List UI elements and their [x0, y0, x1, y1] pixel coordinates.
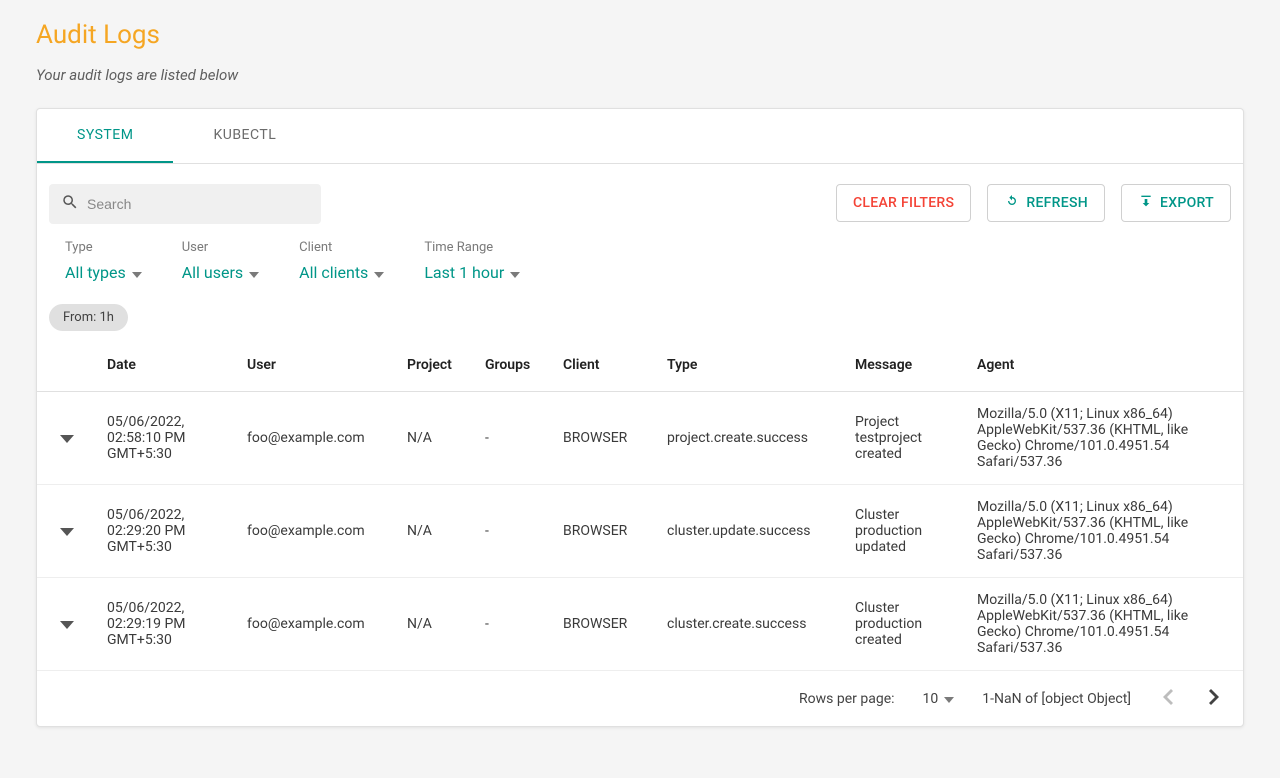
- rows-per-page-label: Rows per page:: [799, 691, 894, 707]
- cell-groups: -: [475, 578, 553, 671]
- filter-client: Client All clients: [299, 240, 384, 284]
- clear-filters-label: CLEAR FILTERS: [853, 195, 954, 211]
- filter-user-select[interactable]: All users: [182, 261, 259, 284]
- filter-client-value: All clients: [299, 263, 368, 282]
- col-user[interactable]: User: [237, 339, 397, 392]
- table-row: 05/06/2022, 02:58:10 PM GMT+5:30 foo@exa…: [37, 392, 1243, 485]
- expand-row-button[interactable]: [54, 425, 80, 452]
- filter-type: Type All types: [65, 240, 142, 284]
- cell-project: N/A: [397, 392, 475, 485]
- cell-user: foo@example.com: [237, 485, 397, 578]
- chevron-down-icon: [60, 431, 74, 446]
- export-button[interactable]: EXPORT: [1121, 184, 1231, 222]
- search-field[interactable]: [49, 184, 321, 224]
- cell-date: 05/06/2022, 02:29:20 PM GMT+5:30: [97, 485, 237, 578]
- prev-page-button[interactable]: [1159, 685, 1177, 712]
- cell-message: Cluster production updated: [845, 485, 967, 578]
- action-buttons: CLEAR FILTERS REFRESH EXPORT: [836, 184, 1231, 222]
- cell-project: N/A: [397, 485, 475, 578]
- filter-time-label: Time Range: [424, 240, 520, 255]
- refresh-button[interactable]: REFRESH: [987, 184, 1105, 222]
- filter-time-range: Time Range Last 1 hour: [424, 240, 520, 284]
- next-page-button[interactable]: [1205, 685, 1223, 712]
- col-expand: [37, 339, 97, 392]
- clear-filters-button[interactable]: CLEAR FILTERS: [836, 184, 971, 222]
- filters-row: Type All types User All users Client All…: [37, 224, 1243, 292]
- page-subtitle: Your audit logs are listed below: [36, 66, 1244, 84]
- col-groups[interactable]: Groups: [475, 339, 553, 392]
- cell-agent: Mozilla/5.0 (X11; Linux x86_64) AppleWeb…: [967, 485, 1243, 578]
- cell-type: cluster.update.success: [657, 485, 845, 578]
- audit-card: SYSTEM KUBECTL CLEAR FILTERS REFRESH: [36, 108, 1244, 727]
- cell-client: BROWSER: [553, 578, 657, 671]
- audit-table: Date User Project Groups Client Type Mes…: [37, 339, 1243, 671]
- filter-user-value: All users: [182, 263, 243, 282]
- cell-user: foo@example.com: [237, 578, 397, 671]
- expand-row-button[interactable]: [54, 518, 80, 545]
- cell-project: N/A: [397, 578, 475, 671]
- cell-user: foo@example.com: [237, 392, 397, 485]
- table-row: 05/06/2022, 02:29:19 PM GMT+5:30 foo@exa…: [37, 578, 1243, 671]
- table-row: 05/06/2022, 02:29:20 PM GMT+5:30 foo@exa…: [37, 485, 1243, 578]
- cell-client: BROWSER: [553, 392, 657, 485]
- cell-message: Cluster production created: [845, 578, 967, 671]
- col-client[interactable]: Client: [553, 339, 657, 392]
- col-agent[interactable]: Agent: [967, 339, 1243, 392]
- col-message[interactable]: Message: [845, 339, 967, 392]
- cell-agent: Mozilla/5.0 (X11; Linux x86_64) AppleWeb…: [967, 392, 1243, 485]
- cell-client: BROWSER: [553, 485, 657, 578]
- expand-row-button[interactable]: [54, 611, 80, 638]
- chip-row: From: 1h: [37, 292, 1243, 339]
- refresh-label: REFRESH: [1026, 195, 1088, 211]
- page-range: 1-NaN of [object Object]: [982, 691, 1131, 707]
- chevron-down-icon: [60, 617, 74, 632]
- tab-kubectl[interactable]: KUBECTL: [173, 109, 316, 163]
- filter-user: User All users: [182, 240, 259, 284]
- filter-time-value: Last 1 hour: [424, 263, 504, 282]
- rows-per-page-select[interactable]: 10: [923, 691, 955, 707]
- from-chip: From: 1h: [49, 304, 128, 331]
- page-title: Audit Logs: [36, 20, 1244, 50]
- tab-bar: SYSTEM KUBECTL: [37, 109, 1243, 164]
- refresh-icon: [1004, 193, 1020, 213]
- chevron-down-icon: [510, 263, 520, 282]
- toolbar: CLEAR FILTERS REFRESH EXPORT: [37, 164, 1243, 224]
- chevron-left-icon: [1163, 689, 1173, 708]
- cell-groups: -: [475, 485, 553, 578]
- rows-per-page-value: 10: [923, 691, 939, 707]
- tab-system[interactable]: SYSTEM: [37, 109, 173, 163]
- pagination: Rows per page: 10 1-NaN of [object Objec…: [37, 671, 1243, 726]
- download-icon: [1138, 193, 1154, 213]
- filter-type-label: Type: [65, 240, 142, 255]
- search-input[interactable]: [87, 196, 309, 212]
- chevron-down-icon: [60, 524, 74, 539]
- cell-message: Project testproject created: [845, 392, 967, 485]
- col-date[interactable]: Date: [97, 339, 237, 392]
- cell-type: cluster.create.success: [657, 578, 845, 671]
- search-icon: [61, 193, 87, 215]
- col-type[interactable]: Type: [657, 339, 845, 392]
- filter-time-select[interactable]: Last 1 hour: [424, 261, 520, 284]
- filter-type-value: All types: [65, 263, 126, 282]
- filter-type-select[interactable]: All types: [65, 261, 142, 284]
- export-label: EXPORT: [1160, 195, 1214, 211]
- chevron-down-icon: [132, 263, 142, 282]
- chevron-down-icon: [944, 691, 954, 707]
- filter-client-select[interactable]: All clients: [299, 261, 384, 284]
- chevron-right-icon: [1209, 689, 1219, 708]
- cell-groups: -: [475, 392, 553, 485]
- cell-date: 05/06/2022, 02:29:19 PM GMT+5:30: [97, 578, 237, 671]
- cell-date: 05/06/2022, 02:58:10 PM GMT+5:30: [97, 392, 237, 485]
- filter-user-label: User: [182, 240, 259, 255]
- chevron-down-icon: [249, 263, 259, 282]
- filter-client-label: Client: [299, 240, 384, 255]
- chevron-down-icon: [374, 263, 384, 282]
- cell-type: project.create.success: [657, 392, 845, 485]
- col-project[interactable]: Project: [397, 339, 475, 392]
- cell-agent: Mozilla/5.0 (X11; Linux x86_64) AppleWeb…: [967, 578, 1243, 671]
